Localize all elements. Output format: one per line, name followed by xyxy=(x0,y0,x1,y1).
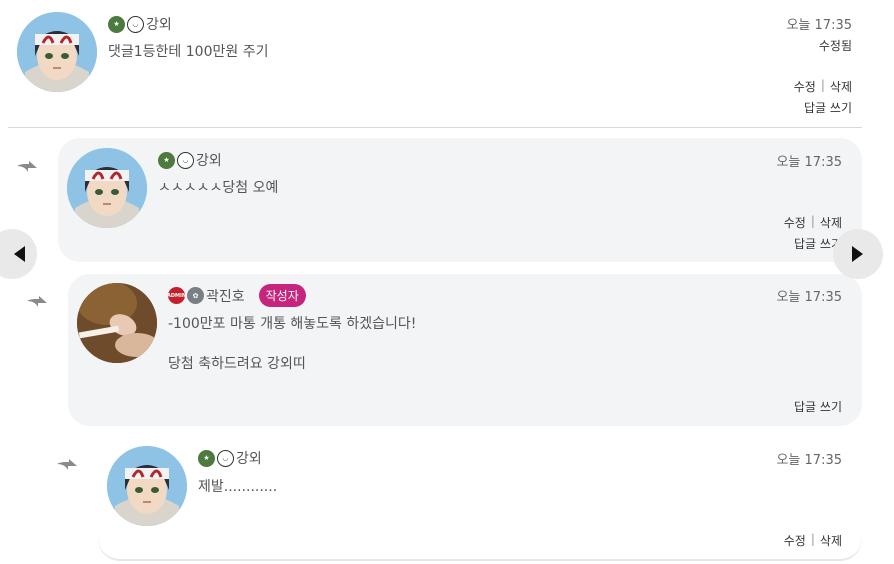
separator: | xyxy=(820,78,825,92)
username[interactable]: 강외 xyxy=(146,14,172,34)
comment-text: 댓글1등한테 100만원 주기 xyxy=(108,44,269,60)
triangle-left-icon xyxy=(14,246,25,262)
comment-meta: 오늘 17:35 xyxy=(776,151,842,170)
comment-author: ★ ◡ 강외 xyxy=(198,448,262,468)
comment-author: ADMIN ✿ 곽진호 작성자 xyxy=(167,284,306,307)
edit-button[interactable]: 수정 xyxy=(794,78,816,95)
timestamp: 오늘 17:35 xyxy=(776,453,842,468)
edit-button[interactable]: 수정 xyxy=(784,532,806,549)
timestamp: 오늘 17:35 xyxy=(786,18,852,33)
delete-button[interactable]: 삭제 xyxy=(820,214,842,231)
comment-meta: 오늘 17:35 xyxy=(776,449,842,468)
comment-text: 제발............ xyxy=(198,479,278,495)
separator: | xyxy=(810,532,815,546)
comment-actions: 수정 | 삭제 xyxy=(784,214,842,231)
level-badge-icon: ✿ xyxy=(187,287,204,304)
avatar[interactable] xyxy=(67,148,147,228)
comment-actions: 수정 | 삭제 xyxy=(794,78,852,95)
reply-arrow-icon xyxy=(57,459,77,470)
edited-label: 수정됨 xyxy=(818,39,852,53)
comment-text: -100만포 마통 개통 해놓도록 하겠습니다! 당첨 축하드려요 강외띠 xyxy=(168,316,417,372)
comment-author: ★ ◡ 강외 xyxy=(108,14,172,34)
comment-section: ★ ◡ 강외 오늘 17:35 수정됨 댓글1등한테 100만원 주기 수정 |… xyxy=(0,0,894,564)
triangle-right-icon xyxy=(852,246,863,262)
avatar[interactable] xyxy=(17,12,97,92)
username[interactable]: 곽진호 xyxy=(206,286,245,306)
next-button[interactable] xyxy=(833,229,883,279)
reply-button[interactable]: 답글 쓰기 xyxy=(794,398,842,415)
admin-badge-icon: ADMIN xyxy=(167,287,186,304)
separator: | xyxy=(810,214,815,228)
level-badge-icon: ★ xyxy=(158,151,175,169)
character-badge-icon: ◡ xyxy=(127,15,144,33)
reply-arrow-icon xyxy=(27,296,47,307)
reply-arrow-icon xyxy=(17,161,37,172)
avatar[interactable] xyxy=(107,446,187,526)
divider xyxy=(8,127,862,128)
level-badge-icon: ★ xyxy=(108,15,125,33)
comment-text: ㅅㅅㅅㅅㅅ당첨 오예 xyxy=(158,180,279,196)
reply-button[interactable]: 답글 쓰기 xyxy=(804,99,852,116)
delete-button[interactable]: 삭제 xyxy=(820,532,842,549)
comment-author: ★ ◡ 강외 xyxy=(158,150,222,170)
comment-actions: 수정 | 삭제 xyxy=(784,532,842,549)
level-badge-icon: ★ xyxy=(198,449,215,467)
timestamp: 오늘 17:35 xyxy=(776,155,842,170)
character-badge-icon: ◡ xyxy=(177,151,194,169)
username[interactable]: 강외 xyxy=(196,150,222,170)
comment-meta: 오늘 17:35 수정됨 xyxy=(786,14,852,54)
comment-meta: 오늘 17:35 xyxy=(776,286,842,305)
avatar[interactable] xyxy=(77,283,157,363)
username[interactable]: 강외 xyxy=(236,448,262,468)
prev-button[interactable] xyxy=(0,229,37,279)
timestamp: 오늘 17:35 xyxy=(776,290,842,305)
edit-button[interactable]: 수정 xyxy=(784,214,806,231)
author-tag: 작성자 xyxy=(258,284,306,307)
character-badge-icon: ◡ xyxy=(217,449,234,467)
delete-button[interactable]: 삭제 xyxy=(830,78,852,95)
